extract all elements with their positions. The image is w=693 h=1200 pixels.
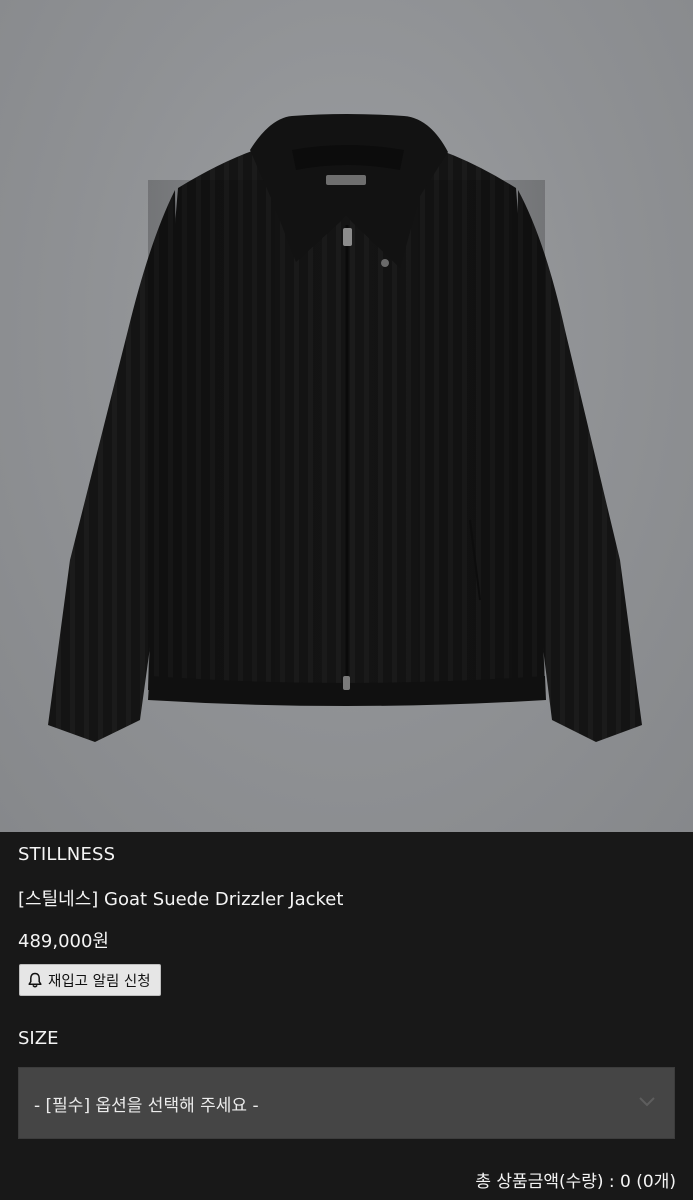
bell-icon — [27, 972, 43, 989]
jacket-photo — [48, 114, 642, 742]
product-info: STILLNESS [스틸네스] Goat Suede Drizzler Jac… — [0, 832, 693, 1200]
brand-name[interactable]: STILLNESS — [18, 844, 115, 865]
total-price: 총 상품금액(수량) : 0 (0개) — [475, 1172, 676, 1192]
select-placeholder: - [필수] 옵션을 선택해 주세요 - — [34, 1095, 259, 1116]
chevron-down-icon — [638, 1094, 656, 1114]
size-option-select[interactable]: - [필수] 옵션을 선택해 주세요 - — [18, 1067, 675, 1139]
product-title: [스틸네스] Goat Suede Drizzler Jacket — [18, 889, 344, 910]
restock-alert-button[interactable]: 재입고 알림 신청 — [19, 964, 161, 996]
size-label: SIZE — [18, 1028, 59, 1049]
product-price: 489,000원 — [18, 931, 109, 952]
restock-alert-label: 재입고 알림 신청 — [48, 973, 151, 990]
product-image — [0, 0, 693, 832]
